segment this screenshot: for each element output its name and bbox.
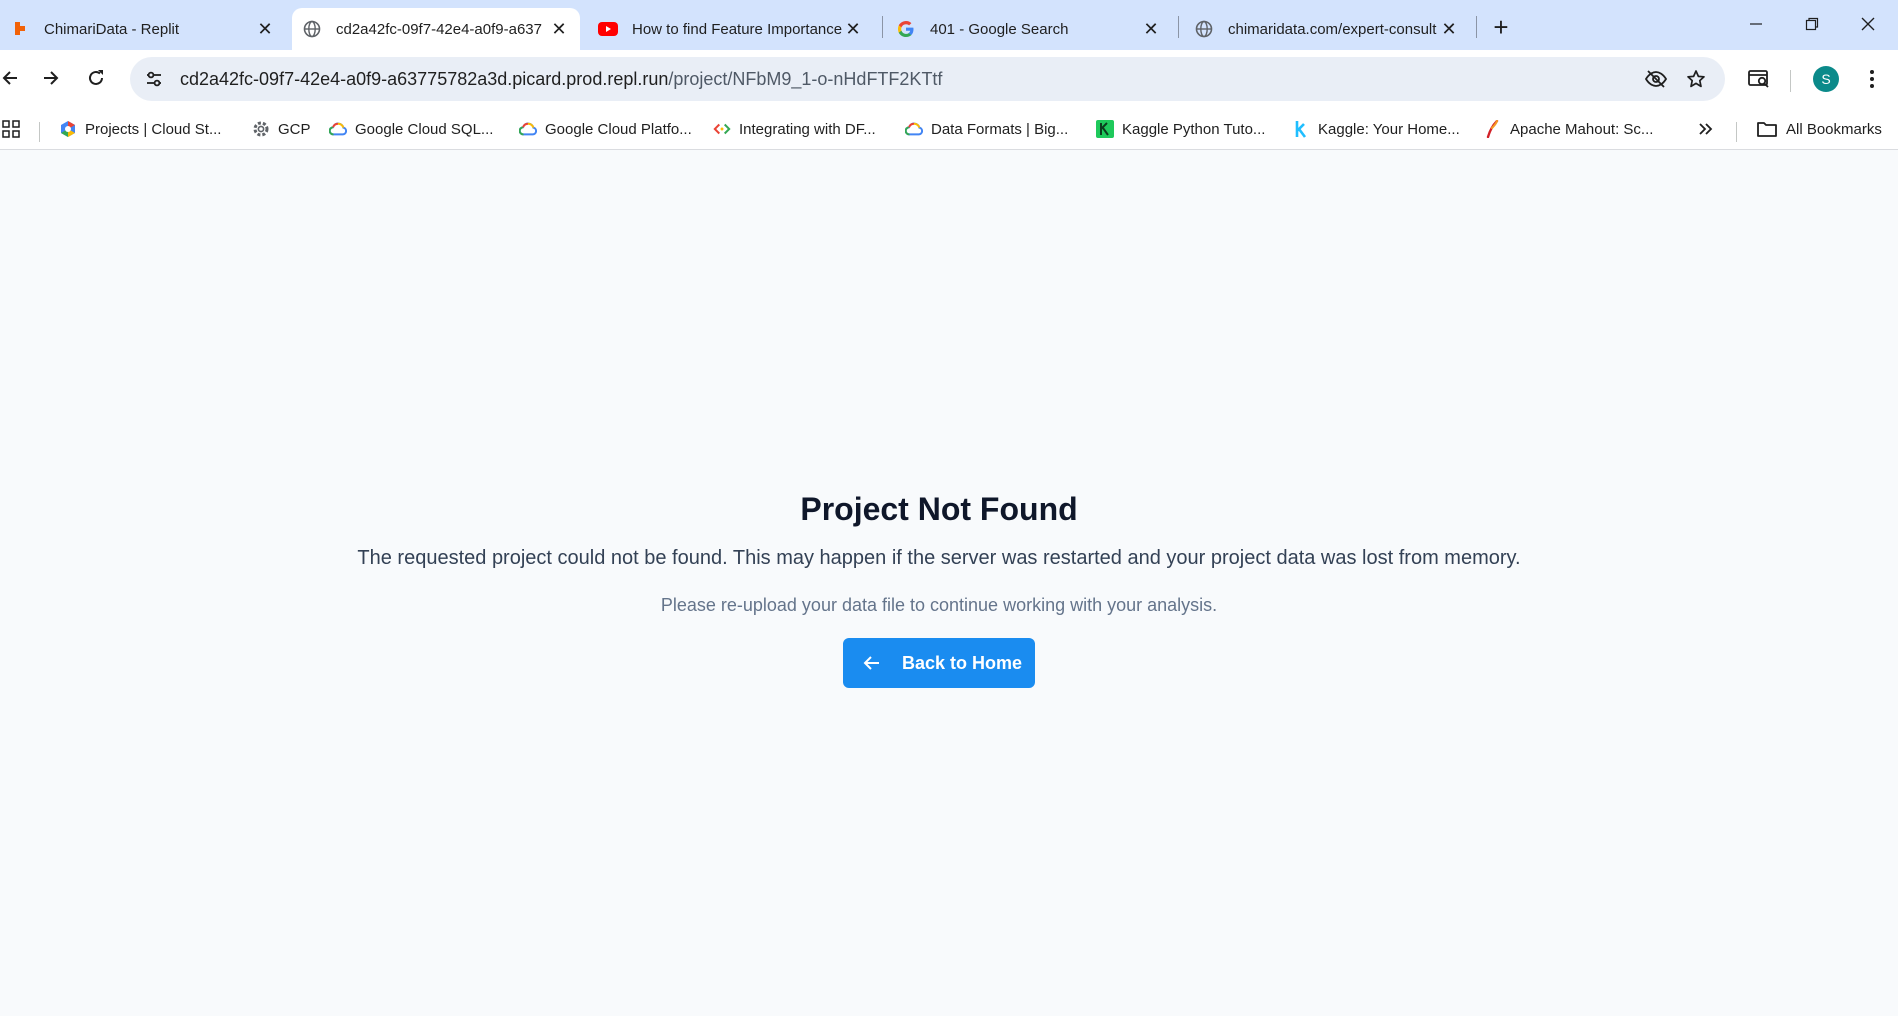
apps-grid-button[interactable] (2, 114, 20, 144)
bookmarks-separator (39, 122, 40, 142)
bookmark-label: Kaggle Python Tuto... (1122, 120, 1266, 138)
globe-icon (302, 19, 322, 39)
youtube-icon (598, 19, 618, 39)
bookmark-label: Data Formats | Big... (931, 120, 1069, 138)
close-tab-icon[interactable]: ✕ (842, 18, 864, 40)
toolbar-divider (1790, 70, 1791, 92)
bookmark-star-icon[interactable] (1676, 59, 1716, 99)
mahout-icon (1484, 120, 1502, 138)
gcp-icon (59, 120, 77, 138)
replit-icon (10, 19, 30, 39)
chrome-menu-button[interactable] (1854, 61, 1890, 97)
bookmarks-bar: Projects | Cloud St... GCP Google Cloud … (0, 108, 1898, 150)
bookmark-google-cloud-sql[interactable]: Google Cloud SQL... (329, 114, 493, 144)
tracking-protection-icon[interactable] (1636, 59, 1676, 99)
bookmark-kaggle-python-tutorial[interactable]: Kaggle Python Tuto... (1096, 114, 1265, 144)
bookmark-projects-cloud-storage[interactable]: Projects | Cloud St... (59, 114, 221, 144)
bookmark-label: Projects | Cloud St... (85, 120, 222, 138)
bookmarks-separator (1736, 122, 1737, 142)
bookmark-label: Google Cloud SQL... (355, 120, 494, 138)
tab-chimaridata-replit[interactable]: ChimariData - Replit ✕ (0, 8, 286, 50)
bookmark-data-formats-bigquery[interactable]: Data Formats | Big... (905, 114, 1068, 144)
back-button[interactable] (0, 60, 28, 96)
globe-icon (1194, 19, 1214, 39)
bookmark-label: Kaggle: Your Home... (1318, 120, 1460, 138)
page-title: Project Not Found (800, 491, 1078, 527)
tab-separator (1476, 16, 1477, 38)
all-bookmarks-label: All Bookmarks (1786, 120, 1882, 138)
google-cloud-icon (905, 120, 923, 138)
tab-title: ChimariData - Replit (44, 20, 180, 38)
avatar: S (1813, 66, 1839, 92)
tab-search-icon[interactable] (1741, 61, 1777, 97)
error-description: The requested project could not be found… (357, 547, 1521, 569)
google-cloud-icon (329, 120, 347, 138)
more-bookmarks-button[interactable] (1697, 114, 1715, 144)
gear-icon (252, 120, 270, 138)
tab-separator (882, 16, 883, 38)
tab-title: How to find Feature Importance (632, 20, 842, 38)
close-tab-icon[interactable]: ✕ (548, 18, 570, 40)
folder-icon (1756, 120, 1778, 138)
kaggle-learn-icon (1096, 120, 1114, 138)
tab-401-google-search[interactable]: 401 - Google Search ✕ (886, 8, 1172, 50)
arrow-left-icon (860, 651, 884, 675)
bookmark-gcp[interactable]: GCP (252, 114, 311, 144)
bookmark-apache-mahout[interactable]: Apache Mahout: Sc... (1484, 114, 1653, 144)
bookmark-label: Integrating with DF... (739, 120, 876, 138)
all-bookmarks-button[interactable]: All Bookmarks (1756, 114, 1882, 144)
reload-button[interactable] (78, 60, 114, 96)
apps-grid-icon (2, 120, 20, 138)
close-tab-icon[interactable]: ✕ (1438, 18, 1460, 40)
tab-title: chimaridata.com/expert-consult (1228, 20, 1437, 38)
tab-title: 401 - Google Search (930, 20, 1069, 38)
back-to-home-label: Back to Home (902, 652, 1023, 673)
profile-avatar[interactable]: S (1808, 61, 1844, 97)
close-window-button[interactable] (1840, 6, 1896, 42)
google-cloud-icon (519, 120, 537, 138)
bookmark-label: GCP (278, 120, 311, 138)
tab-current-project[interactable]: cd2a42fc-09f7-42e4-a0f9-a637 ✕ (292, 8, 580, 50)
address-bar[interactable]: cd2a42fc-09f7-42e4-a0f9-a63775782a3d.pic… (130, 57, 1725, 101)
minimize-button[interactable] (1728, 6, 1784, 42)
page-content: Project Not Found The requested project … (0, 151, 1898, 1016)
bookmark-label: Google Cloud Platfo... (545, 120, 692, 138)
new-tab-button[interactable]: + (1486, 12, 1516, 42)
forward-button[interactable] (33, 60, 69, 96)
url-host: cd2a42fc-09f7-42e4-a0f9-a63775782a3d.pic… (180, 68, 669, 89)
bookmark-google-cloud-platform[interactable]: Google Cloud Platfo... (519, 114, 692, 144)
bookmark-label: Apache Mahout: Sc... (1510, 120, 1654, 138)
close-tab-icon[interactable]: ✕ (1140, 18, 1162, 40)
close-tab-icon[interactable]: ✕ (254, 18, 276, 40)
bookmark-integrating-with-df[interactable]: Integrating with DF... (713, 114, 876, 144)
tab-title: cd2a42fc-09f7-42e4-a0f9-a637 (336, 20, 542, 38)
url-path: /project/NFbM9_1-o-nHdFTF2KTtf (668, 68, 943, 89)
bookmark-kaggle-home[interactable]: Kaggle: Your Home... (1292, 114, 1460, 144)
restore-button[interactable] (1784, 6, 1840, 42)
chevron-double-right-icon (1697, 120, 1715, 138)
kaggle-icon (1292, 120, 1310, 138)
site-info-icon[interactable] (134, 59, 174, 99)
url-text[interactable]: cd2a42fc-09f7-42e4-a0f9-a63775782a3d.pic… (180, 69, 942, 90)
tab-feature-importance-video[interactable]: How to find Feature Importance ✕ (588, 8, 874, 50)
dialogflow-icon (713, 120, 731, 138)
reupload-hint: Please re-upload your data file to conti… (660, 595, 1218, 615)
tab-separator (1178, 16, 1179, 38)
google-icon (896, 19, 916, 39)
back-to-home-button[interactable]: Back to Home (843, 638, 1035, 688)
tab-strip: ChimariData - Replit ✕ cd2a42fc-09f7-42e… (0, 0, 1898, 50)
browser-toolbar: cd2a42fc-09f7-42e4-a0f9-a63775782a3d.pic… (0, 50, 1898, 108)
tab-expert-consult[interactable]: chimaridata.com/expert-consult ✕ (1184, 8, 1470, 50)
